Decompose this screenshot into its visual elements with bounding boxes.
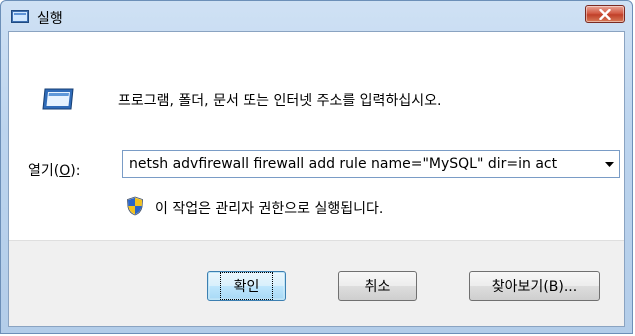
chevron-down-icon (604, 161, 614, 167)
close-button[interactable] (585, 5, 625, 23)
browse-button-label: 찾아보기(B)... (491, 279, 578, 295)
window-title: 실행 (37, 11, 63, 27)
open-label-prefix: 열기( (28, 163, 60, 179)
browse-button[interactable]: 찾아보기(B)... (469, 271, 600, 301)
run-app-icon (11, 10, 29, 23)
command-input[interactable] (123, 152, 599, 176)
cancel-button[interactable]: 취소 (338, 271, 417, 301)
ok-button[interactable]: 확인 (207, 271, 286, 301)
instruction-text: 프로그램, 폴더, 문서 또는 인터넷 주소를 입력하십시오. (118, 93, 442, 109)
title-bar[interactable]: 실행 (1, 1, 632, 33)
open-label: 열기(O): (28, 160, 80, 180)
open-label-accelerator: O (59, 163, 71, 179)
cancel-button-label: 취소 (364, 279, 391, 295)
command-combobox[interactable] (122, 150, 620, 178)
button-footer: 확인 취소 찾아보기(B)... (9, 240, 624, 326)
ok-button-label: 확인 (219, 272, 274, 300)
admin-privileges-note: 이 작업은 관리자 권한으로 실행됩니다. (155, 201, 384, 217)
uac-shield-icon (127, 196, 143, 216)
dialog-body: 프로그램, 폴더, 문서 또는 인터넷 주소를 입력하십시오. 열기(O): 이… (8, 31, 625, 327)
close-icon (599, 8, 611, 20)
run-program-icon (42, 88, 74, 110)
combobox-dropdown-button[interactable] (599, 151, 619, 177)
open-label-suffix: ): (70, 163, 81, 179)
run-dialog-window: 실행 프로그램, 폴더, 문서 또는 인터넷 주소를 입력하십시오. 열기(O)… (0, 0, 633, 334)
